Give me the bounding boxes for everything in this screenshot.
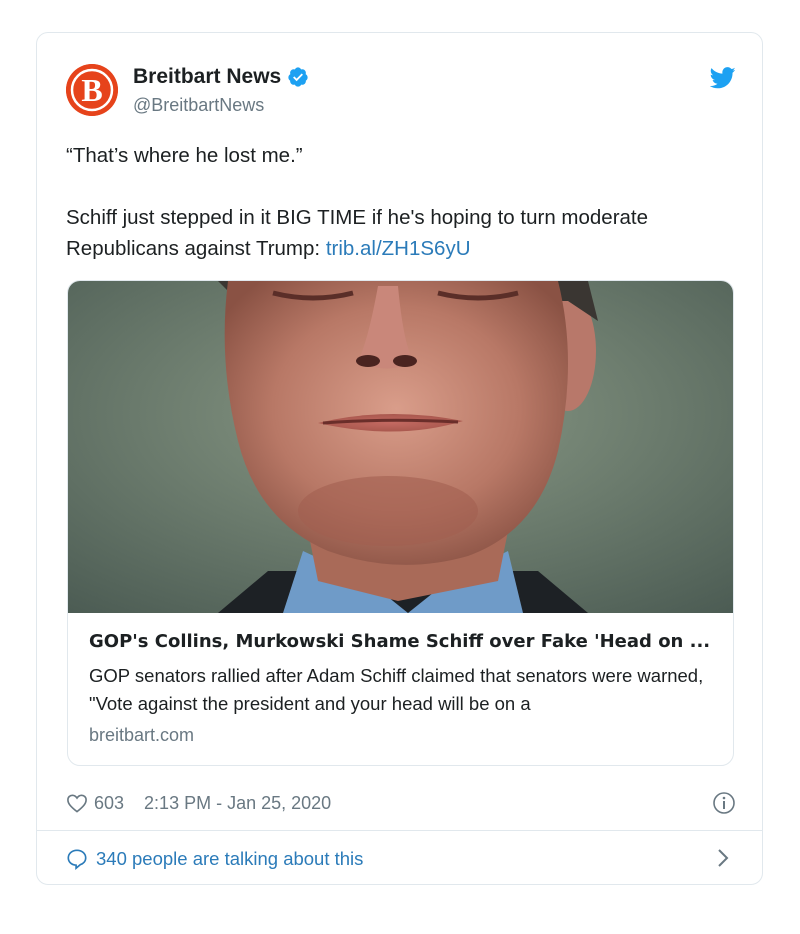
tweet-quote-line: “That’s where he lost me.” <box>66 144 303 167</box>
author-name[interactable]: Breitbart News <box>133 65 281 89</box>
conversation-link[interactable]: 340 people are talking about this <box>66 845 736 873</box>
breitbart-logo-icon: B <box>66 64 118 116</box>
verified-badge-icon <box>287 66 309 88</box>
tweet-body: Schiff just stepped in it BIG TIME if he… <box>66 202 736 264</box>
link-preview-card[interactable]: GOP's Collins, Murkowski Shame Schiff ov… <box>67 280 734 766</box>
card-domain: breitbart.com <box>89 725 195 745</box>
talking-count[interactable]: 340 people are talking about this <box>96 848 363 870</box>
tweet-text: “That’s where he lost me.” Schiff just s… <box>66 140 736 264</box>
avatar-letter: B <box>81 72 102 108</box>
chevron-right-icon[interactable] <box>716 847 730 869</box>
twitter-bird-icon[interactable] <box>709 67 736 94</box>
avatar[interactable]: B <box>66 64 118 116</box>
tweet-meta: 603 2:13 PM - Jan 25, 2020 <box>66 790 736 816</box>
card-title[interactable]: GOP's Collins, Murkowski Shame Schiff ov… <box>89 631 719 652</box>
author-handle[interactable]: @BreitbartNews <box>133 95 264 116</box>
comment-bubble-icon <box>66 848 88 870</box>
card-image[interactable] <box>68 281 733 613</box>
tweet-link[interactable]: trib.al/ZH1S6yU <box>326 237 471 260</box>
tweet-header: B Breitbart News @BreitbartNews <box>66 61 736 117</box>
card-description: GOP senators rallied after Adam Schiff c… <box>89 665 704 714</box>
info-icon[interactable] <box>712 791 736 815</box>
heart-icon[interactable] <box>66 793 88 813</box>
divider <box>37 830 762 831</box>
tweet-timestamp[interactable]: 2:13 PM - Jan 25, 2020 <box>144 793 331 814</box>
like-count[interactable]: 603 <box>94 793 124 814</box>
author-name-row: Breitbart News <box>133 65 309 89</box>
embedded-tweet: B Breitbart News @BreitbartNews “That’s … <box>36 32 763 885</box>
